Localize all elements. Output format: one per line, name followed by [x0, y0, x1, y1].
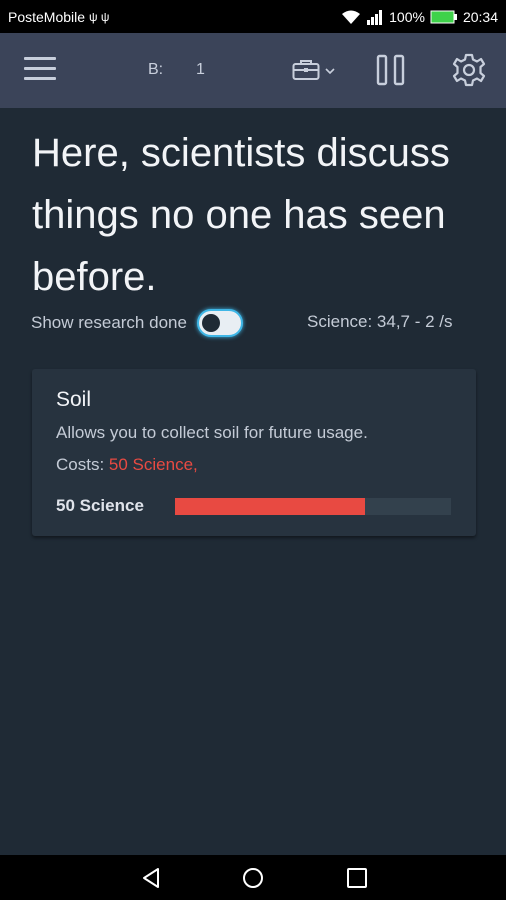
home-icon[interactable]: [242, 867, 264, 889]
toggle-label: Show research done: [31, 313, 187, 332]
app-bar: B: 1: [0, 33, 506, 108]
science-rate: Science: 34,7 - 2 /s: [307, 312, 453, 331]
progress-label: 50 Science: [56, 496, 144, 515]
research-title: Soil: [56, 388, 92, 411]
b-label: B:: [148, 61, 164, 78]
progress-fill: [175, 498, 366, 515]
briefcase-dropdown[interactable]: [292, 55, 338, 85]
columns-icon[interactable]: [376, 53, 406, 87]
page-headline: Here, scientists discuss things no one h…: [32, 131, 450, 299]
show-research-done-toggle[interactable]: [196, 309, 243, 337]
chevron-down-icon: [325, 68, 335, 75]
progress-bar: [175, 498, 451, 515]
gear-icon[interactable]: [452, 53, 486, 87]
costs-value: 50 Science,: [108, 455, 198, 474]
wifi-icon: [342, 10, 361, 24]
back-icon[interactable]: [140, 867, 162, 889]
costs-label: Costs:: [56, 455, 105, 474]
research-costs: Costs: 50 Science,: [56, 455, 198, 475]
clock: 20:34: [462, 8, 498, 25]
briefcase-icon: [292, 60, 320, 80]
toggle-row: Show research done Science: 34,7 - 2 /s: [31, 308, 481, 338]
research-description: Allows you to collect soil for future us…: [56, 423, 368, 442]
battery-icon: [430, 10, 457, 23]
toggle-knob: [201, 314, 220, 332]
recent-apps-icon[interactable]: [346, 867, 368, 889]
research-card[interactable]: Soil Allows you to collect soil for futu…: [32, 369, 476, 536]
carrier-name: PosteMobile: [8, 8, 86, 25]
usb-icon: ψ ψ: [89, 9, 110, 24]
menu-icon[interactable]: [24, 57, 56, 83]
status-bar: PosteMobile ψ ψ 100% 20:34: [0, 0, 506, 33]
system-nav-bar: [0, 855, 506, 900]
battery-percent: 100%: [389, 8, 425, 25]
b-value: 1: [196, 61, 205, 78]
signal-icon: [367, 9, 383, 25]
